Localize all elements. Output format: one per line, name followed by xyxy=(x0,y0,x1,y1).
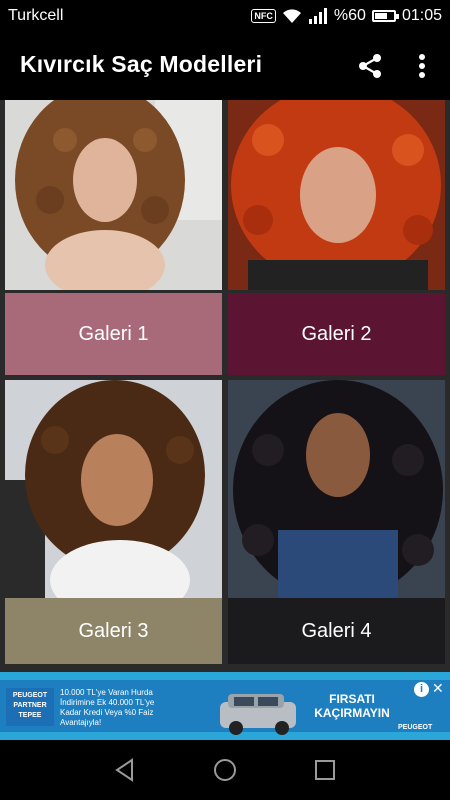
gallery-label-2-text: Galeri 2 xyxy=(301,322,372,345)
gallery-label-3-text: Galeri 3 xyxy=(78,619,149,642)
gallery-label-2: Galeri 2 xyxy=(228,293,445,375)
gallery-photo-2 xyxy=(228,100,445,290)
gallery-grid: Galeri 1 Galeri 2 Galeri 3 Galeri 4 xyxy=(0,100,450,672)
gallery-label-1: Galeri 1 xyxy=(5,293,222,375)
ad-info-icon[interactable]: i xyxy=(414,682,429,697)
clock: 01:05 xyxy=(401,7,442,24)
gallery-label-3: Galeri 3 xyxy=(5,598,222,664)
ad-logo-line-3: TEPEE xyxy=(18,712,42,719)
ad-text-line-1: 10.000 TL'ye Varan Hurda xyxy=(60,688,153,697)
ad-close-icon[interactable]: ✕ xyxy=(432,680,444,697)
app-title: Kıvırcık Saç Modelleri xyxy=(20,51,263,77)
battery-icon xyxy=(371,10,399,22)
share-icon[interactable] xyxy=(356,52,384,80)
gallery-card-3[interactable]: Galeri 3 xyxy=(5,380,222,666)
more-options-icon[interactable] xyxy=(410,50,434,82)
ad-cta-line-1: FIRSATI xyxy=(329,692,375,706)
car-image xyxy=(220,694,296,735)
ad-brand-name: PEUGEOT xyxy=(398,724,433,731)
gallery-card-4[interactable]: Galeri 4 xyxy=(228,380,445,666)
gallery-label-1-text: Galeri 1 xyxy=(78,322,149,345)
nfc-icon: NFC xyxy=(251,9,276,23)
status-bar: Turkcell NFC %60 01:05 xyxy=(0,0,450,32)
ad-cta-line-2: KAÇIRMAYIN xyxy=(314,706,390,720)
navigation-bar xyxy=(0,740,450,800)
gallery-photo-3 xyxy=(5,380,222,598)
status-icons: NFC %60 01:05 xyxy=(251,7,442,25)
ad-cta[interactable]: FIRSATI KAÇIRMAYIN xyxy=(306,692,398,720)
ad-brand-logo: PEUGEOT PARTNER TEPEE xyxy=(6,688,54,726)
gallery-card-1[interactable]: Galeri 1 xyxy=(5,100,222,376)
ad-text-line-2: İndirimine Ek 40.000 TL'ye xyxy=(60,698,155,707)
ad-text-line-4: Avantajıyla! xyxy=(60,718,102,727)
ad-logo-line-2: PARTNER xyxy=(13,702,47,709)
carrier-name: Turkcell xyxy=(8,7,64,24)
recents-icon[interactable] xyxy=(312,757,338,783)
home-icon[interactable] xyxy=(212,757,238,783)
gallery-photo-4 xyxy=(228,380,445,598)
ad-banner[interactable]: PEUGEOT PARTNER TEPEE 10.000 TL'ye Varan… xyxy=(0,672,450,740)
app-bar: Kıvırcık Saç Modelleri xyxy=(0,32,450,100)
wifi-icon xyxy=(282,9,301,23)
ad-text-line-3: Kadar Kredi Veya %0 Faiz xyxy=(60,708,154,717)
battery-percent: %60 xyxy=(333,7,366,24)
ad-text: 10.000 TL'ye Varan Hurda İndirimine Ek 4… xyxy=(60,688,172,728)
signal-icon xyxy=(308,8,327,24)
ad-logo-line-1: PEUGEOT xyxy=(12,692,48,699)
back-icon[interactable] xyxy=(112,757,138,783)
gallery-label-4: Galeri 4 xyxy=(228,598,445,664)
gallery-photo-1 xyxy=(5,100,222,290)
gallery-card-2[interactable]: Galeri 2 xyxy=(228,100,445,376)
gallery-label-4-text: Galeri 4 xyxy=(301,619,372,642)
